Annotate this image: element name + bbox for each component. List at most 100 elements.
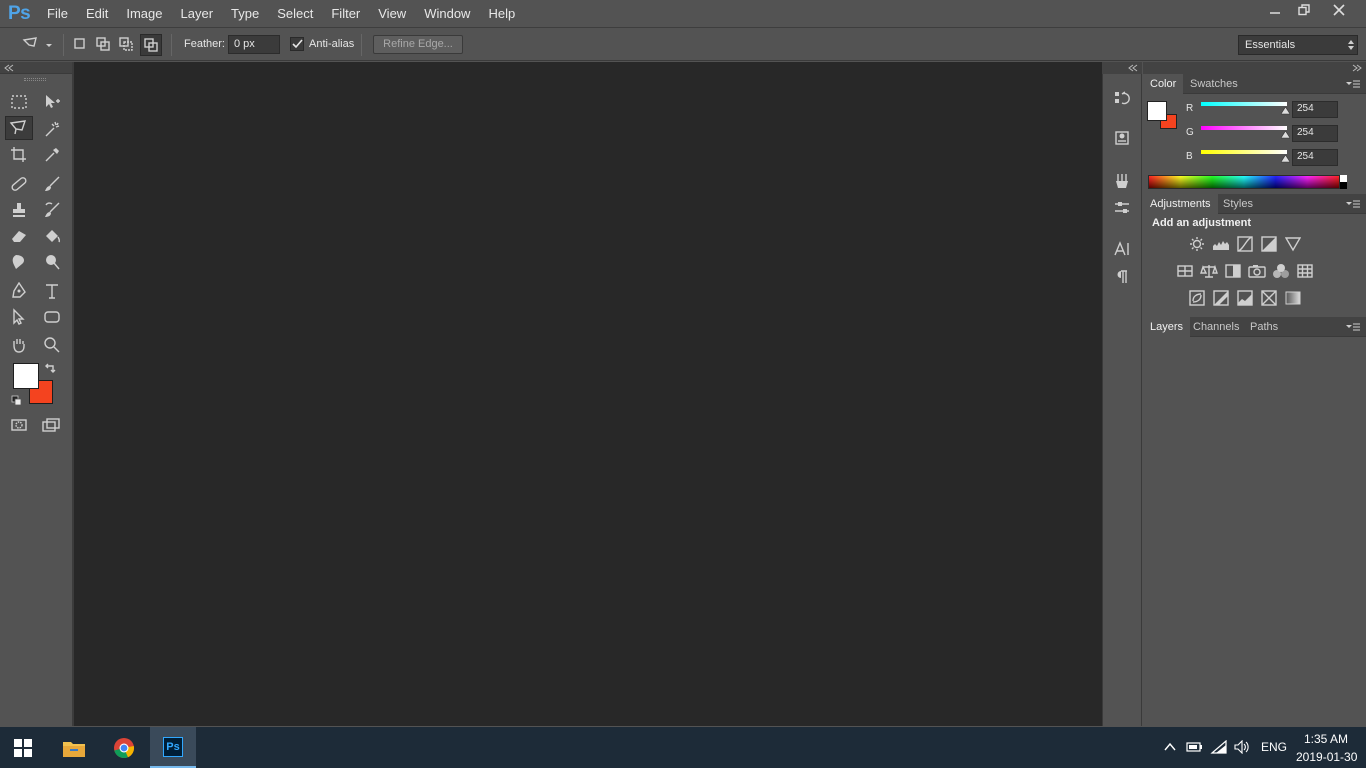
color-lookup-adjustment[interactable] bbox=[1296, 262, 1314, 280]
selective-color-adjustment[interactable] bbox=[1260, 289, 1278, 307]
panel-menu-icon[interactable] bbox=[1345, 322, 1361, 332]
menu-layer[interactable]: Layer bbox=[172, 0, 223, 28]
antialias-checkbox[interactable] bbox=[290, 37, 304, 51]
exposure-adjustment[interactable] bbox=[1260, 235, 1278, 253]
marquee-tool[interactable] bbox=[8, 91, 30, 113]
blue-value-input[interactable]: 254 bbox=[1292, 149, 1338, 166]
selection-mode-add[interactable] bbox=[95, 36, 111, 52]
chrome-button[interactable] bbox=[101, 727, 147, 768]
history-brush-tool[interactable] bbox=[41, 199, 63, 221]
black-white-adjustment[interactable] bbox=[1224, 262, 1242, 280]
green-slider[interactable] bbox=[1201, 126, 1287, 130]
brightness-adjustment[interactable] bbox=[1188, 235, 1206, 253]
threshold-adjustment[interactable] bbox=[1236, 289, 1254, 307]
menu-select[interactable]: Select bbox=[268, 0, 322, 28]
speaker-icon[interactable] bbox=[1233, 740, 1251, 754]
history-panel-button[interactable] bbox=[1108, 85, 1136, 111]
clock-time[interactable]: 1:35 AM bbox=[1304, 732, 1348, 746]
channel-mixer-adjustment[interactable] bbox=[1272, 262, 1290, 280]
brush-tool[interactable] bbox=[41, 173, 63, 195]
brush-presets-panel-button[interactable] bbox=[1108, 168, 1136, 194]
eraser-tool[interactable] bbox=[8, 225, 30, 247]
slider-thumb-icon[interactable] bbox=[1281, 155, 1290, 163]
tab-channels[interactable]: Channels bbox=[1186, 317, 1246, 337]
menu-help[interactable]: Help bbox=[479, 0, 524, 28]
path-selection-tool[interactable] bbox=[8, 306, 30, 328]
workspace-select[interactable]: Essentials bbox=[1238, 35, 1358, 55]
posterize-adjustment[interactable] bbox=[1212, 289, 1230, 307]
pen-tool[interactable] bbox=[8, 280, 30, 302]
screen-mode-button[interactable] bbox=[41, 414, 63, 436]
hand-tool[interactable] bbox=[8, 334, 30, 356]
layers-list[interactable] bbox=[1143, 337, 1366, 726]
menu-file[interactable]: File bbox=[38, 0, 77, 28]
selection-mode-subtract[interactable] bbox=[118, 36, 134, 52]
tab-paths[interactable]: Paths bbox=[1243, 317, 1285, 337]
minimize-button[interactable] bbox=[1259, 0, 1291, 20]
language-indicator[interactable]: ENG bbox=[1261, 740, 1287, 754]
clone-source-panel-button[interactable] bbox=[1108, 195, 1136, 221]
menu-view[interactable]: View bbox=[369, 0, 415, 28]
menu-filter[interactable]: Filter bbox=[322, 0, 369, 28]
paragraph-panel-button[interactable] bbox=[1108, 264, 1136, 290]
spectrum-white-swatch[interactable] bbox=[1340, 175, 1347, 182]
polygonal-lasso-preset-button[interactable] bbox=[22, 36, 54, 54]
invert-adjustment[interactable] bbox=[1188, 289, 1206, 307]
chevron-up-icon[interactable] bbox=[1164, 742, 1176, 752]
tools-grip[interactable] bbox=[24, 78, 46, 81]
start-button[interactable] bbox=[0, 727, 46, 768]
close-button[interactable] bbox=[1317, 0, 1361, 20]
lasso-tool-active[interactable] bbox=[5, 116, 33, 140]
blur-tool[interactable] bbox=[8, 251, 30, 273]
shape-tool[interactable] bbox=[41, 306, 63, 328]
properties-panel-button[interactable] bbox=[1108, 125, 1136, 151]
selection-mode-intersect[interactable] bbox=[140, 34, 162, 56]
gradient-map-adjustment[interactable] bbox=[1284, 289, 1302, 307]
slider-thumb-icon[interactable] bbox=[1281, 131, 1290, 139]
blue-slider[interactable] bbox=[1201, 150, 1287, 154]
default-colors-icon[interactable] bbox=[11, 395, 23, 407]
spectrum-black-swatch[interactable] bbox=[1340, 182, 1347, 189]
selection-mode-new[interactable] bbox=[72, 36, 88, 52]
feather-input[interactable]: 0 px bbox=[228, 35, 280, 54]
slider-thumb-icon[interactable] bbox=[1281, 107, 1290, 115]
battery-icon[interactable] bbox=[1186, 741, 1204, 753]
photoshop-taskbar-button[interactable]: Ps bbox=[150, 727, 196, 768]
tools-panel-header[interactable] bbox=[0, 62, 72, 74]
photoshop-logo[interactable]: Ps bbox=[8, 3, 31, 25]
red-slider[interactable] bbox=[1201, 102, 1287, 106]
quick-mask-button[interactable] bbox=[8, 414, 30, 436]
document-canvas-area[interactable] bbox=[72, 62, 1102, 726]
magic-wand-tool[interactable] bbox=[41, 118, 63, 140]
clock-date[interactable]: 2019-01-30 bbox=[1296, 750, 1357, 764]
menu-image[interactable]: Image bbox=[117, 0, 171, 28]
tab-styles[interactable]: Styles bbox=[1216, 194, 1260, 214]
refine-edge-button[interactable]: Refine Edge... bbox=[373, 35, 463, 54]
panel-menu-icon[interactable] bbox=[1345, 199, 1361, 209]
wifi-icon[interactable] bbox=[1210, 740, 1228, 754]
menu-type[interactable]: Type bbox=[222, 0, 268, 28]
tab-adjustments[interactable]: Adjustments bbox=[1143, 194, 1218, 214]
photo-filter-adjustment[interactable] bbox=[1248, 262, 1266, 280]
panel-dock-header[interactable] bbox=[1102, 62, 1142, 74]
red-value-input[interactable]: 254 bbox=[1292, 101, 1338, 118]
healing-brush-tool[interactable] bbox=[8, 173, 30, 195]
tab-color[interactable]: Color bbox=[1143, 74, 1184, 94]
restore-button[interactable] bbox=[1288, 0, 1320, 20]
type-tool[interactable] bbox=[41, 280, 63, 302]
move-tool[interactable] bbox=[41, 91, 63, 113]
tab-layers[interactable]: Layers bbox=[1143, 317, 1191, 337]
levels-adjustment[interactable] bbox=[1212, 235, 1230, 253]
green-value-input[interactable]: 254 bbox=[1292, 125, 1338, 142]
clone-stamp-tool[interactable] bbox=[8, 199, 30, 221]
paint-bucket-tool[interactable] bbox=[41, 225, 63, 247]
panel-menu-icon[interactable] bbox=[1345, 79, 1361, 89]
color-balance-adjustment[interactable] bbox=[1200, 262, 1218, 280]
file-explorer-button[interactable] bbox=[51, 727, 97, 768]
swap-colors-icon[interactable] bbox=[44, 362, 56, 374]
menu-window[interactable]: Window bbox=[415, 0, 479, 28]
right-panels-header[interactable] bbox=[1143, 62, 1366, 74]
character-panel-button[interactable] bbox=[1108, 236, 1136, 262]
tab-swatches[interactable]: Swatches bbox=[1183, 74, 1245, 94]
crop-tool[interactable] bbox=[8, 144, 30, 166]
